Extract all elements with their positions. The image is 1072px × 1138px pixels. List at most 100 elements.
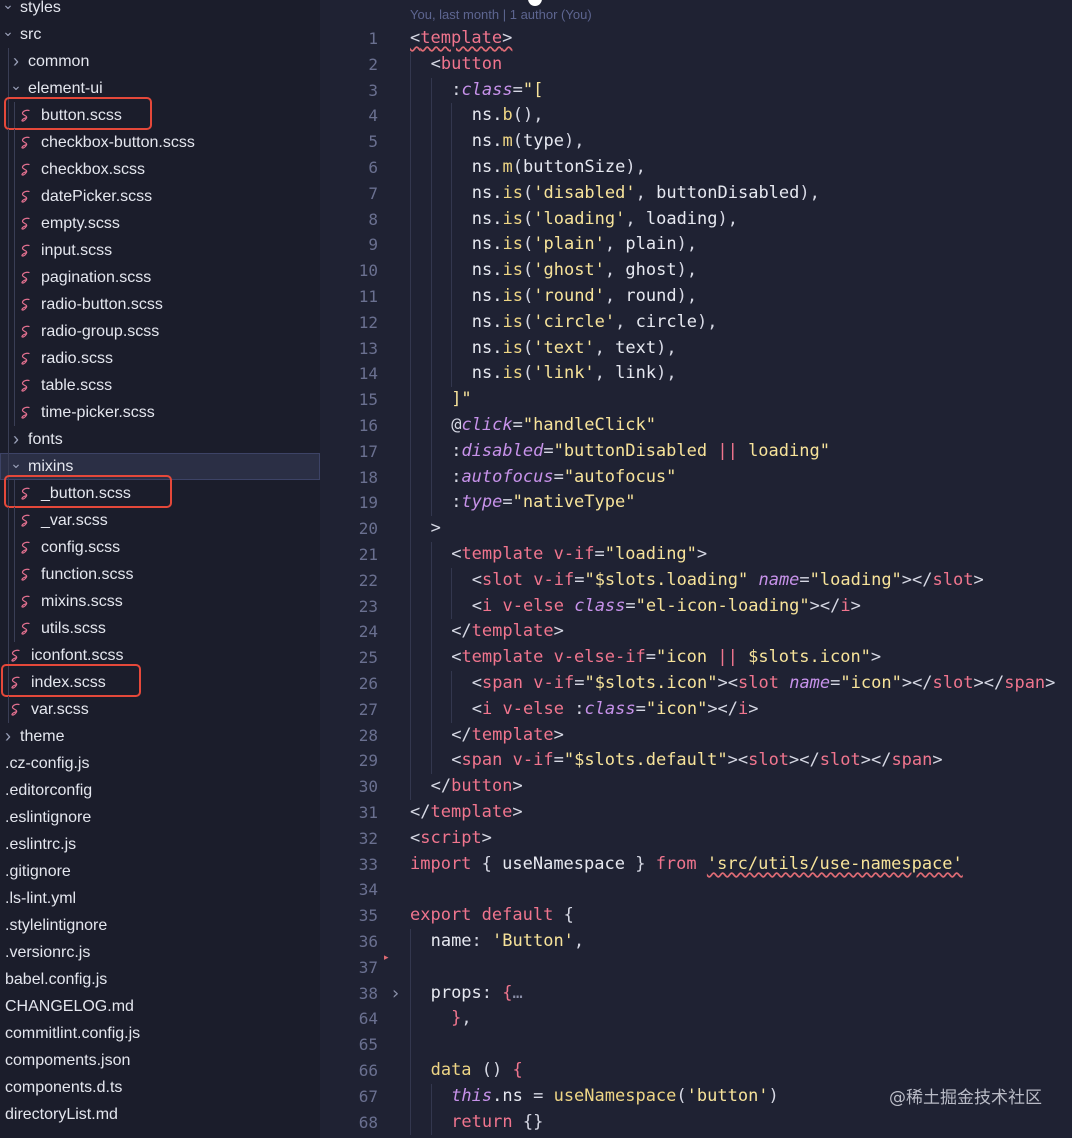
tree-item-commitlint-config-js[interactable]: commitlint.config.js	[0, 1020, 320, 1047]
code-line[interactable]: 30 </button>	[320, 774, 1072, 800]
tree-item-button-scss[interactable]: button.scss	[0, 102, 320, 129]
code-text: </button>	[431, 774, 523, 800]
tree-item-radio-group-scss[interactable]: radio-group.scss	[0, 318, 320, 345]
code-line[interactable]: 25 <template v-else-if="icon || $slots.ic…	[320, 645, 1072, 671]
code-line[interactable]: 34	[320, 877, 1072, 903]
tree-item-mixins[interactable]: ⌄ mixins	[0, 453, 320, 480]
tree-item-theme[interactable]: › theme	[0, 723, 320, 750]
code-line[interactable]: 13 ns.is('text', text),	[320, 335, 1072, 362]
code-line[interactable]: 38 › props: {…	[320, 980, 1072, 1007]
code-line[interactable]: 12 ns.is('circle', circle),	[320, 309, 1072, 336]
tree-item-pagination-scss[interactable]: pagination.scss	[0, 264, 320, 291]
tree-item-editorconfig[interactable]: .editorconfig	[0, 777, 320, 804]
code-line[interactable]: 3:class="[	[320, 77, 1072, 104]
tree-item-empty-scss[interactable]: empty.scss	[0, 210, 320, 237]
code-line[interactable]: 19:type="nativeType"	[320, 490, 1072, 517]
code-line[interactable]: 31 </template>	[320, 800, 1072, 826]
code-line[interactable]: 24 </template>	[320, 619, 1072, 646]
code-line[interactable]: 29 <span v-if="$slots.default"><slot></sl…	[320, 748, 1072, 775]
tree-item-cz-config-js[interactable]: .cz-config.js	[0, 750, 320, 777]
code-line[interactable]: 5 ns.m(type),	[320, 129, 1072, 155]
code-line[interactable]: 1 <template>	[320, 26, 1072, 52]
chevron-down-icon[interactable]: ⌄	[10, 455, 22, 471]
tree-item-input-scss[interactable]: input.scss	[0, 237, 320, 264]
tree-item-time-picker-scss[interactable]: time-picker.scss	[0, 399, 320, 426]
code-line[interactable]: 37	[320, 954, 1072, 981]
code-line[interactable]: 4 ns.b(),	[320, 103, 1072, 130]
tree-item-directorylist-md[interactable]: directoryList.md	[0, 1101, 320, 1128]
code-token: is	[502, 260, 523, 281]
code-line[interactable]: 15]"	[320, 387, 1072, 413]
tree-item-iconfont-scss[interactable]: iconfont.scss	[0, 642, 320, 669]
code-line[interactable]: 66 data () {	[320, 1058, 1072, 1084]
tree-item-label: .eslintrc.js	[5, 835, 77, 853]
code-editor[interactable]: You, last month | 1 author (You) 1 <templ…	[320, 0, 1072, 1138]
code-line[interactable]: 18:autofocus="autofocus"	[320, 464, 1072, 491]
tree-item-element-ui[interactable]: ⌄ element-ui	[0, 75, 320, 102]
code-line[interactable]: 9 ns.is('plain', plain),	[320, 232, 1072, 259]
code-line[interactable]: 64 },	[320, 1006, 1072, 1033]
code-token: span	[482, 673, 523, 693]
code-line[interactable]: 2 <button	[320, 51, 1072, 78]
chevron-down-icon[interactable]: ⌄	[2, 23, 14, 39]
code-line[interactable]: 35 export default {	[320, 903, 1072, 929]
tree-item-datepicker-scss[interactable]: datePicker.scss	[0, 183, 320, 210]
tree-item-config-scss[interactable]: config.scss	[0, 534, 320, 561]
tree-item-ls-lint-yml[interactable]: .ls-lint.yml	[0, 885, 320, 912]
code-line[interactable]: 14 ns.is('link', link),	[320, 361, 1072, 388]
code-token: ,	[461, 1008, 472, 1029]
code-line[interactable]: 7 ns.is('disabled', buttonDisabled),	[320, 180, 1072, 207]
code-line[interactable]: 21 <template v-if="loading">	[320, 542, 1072, 568]
code-line[interactable]: 6 ns.m(buttonSize),	[320, 155, 1072, 181]
tree-item-radio-button-scss[interactable]: radio-button.scss	[0, 291, 320, 318]
tree-item-button-scss[interactable]: _button.scss	[0, 480, 320, 507]
tree-item-changelog-md[interactable]: CHANGELOG.md	[0, 993, 320, 1020]
chevron-down-icon[interactable]: ⌄	[2, 0, 14, 12]
code-line[interactable]: 27 <i v-else :class="icon"></i>	[320, 696, 1072, 723]
tree-item-stylelintignore[interactable]: .stylelintignore	[0, 912, 320, 939]
tree-item-common[interactable]: › common	[0, 48, 320, 75]
git-blame-lens[interactable]: You, last month | 1 author (You)	[410, 7, 592, 22]
code-line[interactable]: 36 name: 'Button',	[320, 929, 1072, 955]
code-line[interactable]: 28 </template>	[320, 722, 1072, 749]
tree-item-radio-scss[interactable]: radio.scss	[0, 345, 320, 372]
tree-item-compoments-json[interactable]: compoments.json	[0, 1047, 320, 1074]
chevron-right-icon[interactable]: ›	[10, 51, 22, 71]
tree-item-checkbox-button-scss[interactable]: checkbox-button.scss	[0, 129, 320, 156]
tree-item-src[interactable]: ⌄ src	[0, 21, 320, 48]
chevron-right-icon[interactable]: ›	[10, 429, 22, 449]
code-line[interactable]: 68 return {}	[320, 1109, 1072, 1136]
tree-item-eslintignore[interactable]: .eslintignore	[0, 804, 320, 831]
tree-item-babel-config-js[interactable]: babel.config.js	[0, 966, 320, 993]
tree-item-var-scss[interactable]: var.scss	[0, 696, 320, 723]
code-line[interactable]: 20 >	[320, 516, 1072, 542]
chevron-down-icon[interactable]: ⌄	[10, 77, 22, 93]
code-line[interactable]: 26 <span v-if="$slots.icon"><slot name="i…	[320, 671, 1072, 697]
tree-item-versionrc-js[interactable]: .versionrc.js	[0, 939, 320, 966]
code-token: <	[451, 647, 462, 668]
tree-item-mixins-scss[interactable]: mixins.scss	[0, 588, 320, 615]
tree-item-table-scss[interactable]: table.scss	[0, 372, 320, 399]
code-line[interactable]: 32 <script>	[320, 826, 1072, 852]
fold-chevron-icon[interactable]: ›	[390, 981, 401, 1007]
tree-item-components-d-ts[interactable]: components.d.ts	[0, 1074, 320, 1101]
tree-item-eslintrc-js[interactable]: .eslintrc.js	[0, 831, 320, 858]
tree-item-index-scss[interactable]: index.scss	[0, 669, 320, 696]
code-line[interactable]: 23 <i v-else class="el-icon-loading"></i>	[320, 593, 1072, 620]
code-line[interactable]: 33 import { useNamespace } from 'src/util…	[320, 852, 1072, 878]
code-line[interactable]: 16 @click="handleClick"	[320, 413, 1072, 439]
code-line[interactable]: 11 ns.is('round', round),	[320, 284, 1072, 310]
code-line[interactable]: 65	[320, 1032, 1072, 1058]
tree-item-styles[interactable]: ⌄ styles	[0, 0, 320, 21]
code-line[interactable]: 10 ns.is('ghost', ghost),	[320, 258, 1072, 284]
code-line[interactable]: 22 <slot v-if="$slots.loading" name="load…	[320, 567, 1072, 594]
chevron-right-icon[interactable]: ›	[2, 726, 14, 746]
tree-item-var-scss[interactable]: _var.scss	[0, 507, 320, 534]
tree-item-function-scss[interactable]: function.scss	[0, 561, 320, 588]
tree-item-checkbox-scss[interactable]: checkbox.scss	[0, 156, 320, 183]
code-line[interactable]: 8 ns.is('loading', loading),	[320, 206, 1072, 233]
code-line[interactable]: 17:disabled="buttonDisabled || loading"	[320, 438, 1072, 465]
tree-item-gitignore[interactable]: .gitignore	[0, 858, 320, 885]
tree-item-utils-scss[interactable]: utils.scss	[0, 615, 320, 642]
tree-item-fonts[interactable]: › fonts	[0, 426, 320, 453]
